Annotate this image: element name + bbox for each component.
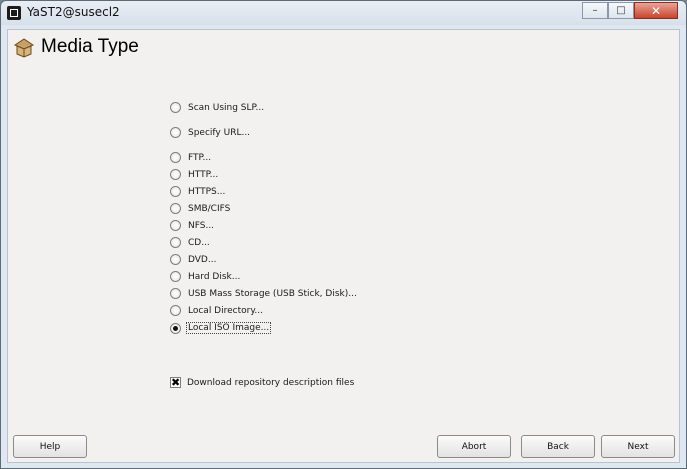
option-label: USB Mass Storage (USB Stick, Disk)...: [188, 288, 357, 299]
option-label: FTP...: [188, 152, 212, 163]
download-description-checkbox-row[interactable]: ✖ Download repository description files: [170, 377, 354, 388]
radio-button[interactable]: [170, 127, 181, 138]
radio-button[interactable]: [170, 237, 181, 248]
title-bar[interactable]: YaST2@susecl2 – □ ✕: [1, 1, 686, 25]
option-local-directory[interactable]: Local Directory...: [170, 305, 263, 316]
option-smb-cifs[interactable]: SMB/CIFS: [170, 203, 230, 214]
option-label: HTTP...: [188, 169, 219, 180]
window-title: YaST2@susecl2: [27, 5, 120, 19]
option-http[interactable]: HTTP...: [170, 169, 218, 180]
download-description-label: Download repository description files: [187, 377, 355, 388]
back-button[interactable]: Back: [521, 435, 595, 458]
dialog-content: Media Type Scan Using SLP... Specify URL…: [7, 29, 680, 463]
radio-button[interactable]: [170, 203, 181, 214]
radio-button[interactable]: [170, 305, 181, 316]
package-icon: [13, 38, 35, 58]
radio-button[interactable]: [170, 152, 181, 163]
option-https[interactable]: HTTPS...: [170, 186, 225, 197]
radio-button[interactable]: [170, 271, 181, 282]
option-label: NFS...: [188, 220, 215, 231]
option-dvd[interactable]: DVD...: [170, 254, 216, 265]
yast-window: YaST2@susecl2 – □ ✕ Media Type Scan Usin…: [0, 0, 687, 469]
maximize-button[interactable]: □: [608, 2, 634, 19]
option-label: Local Directory...: [188, 305, 263, 316]
close-button[interactable]: ✕: [634, 2, 678, 19]
option-label: HTTPS...: [188, 186, 226, 197]
radio-button[interactable]: [170, 102, 181, 113]
radio-button[interactable]: [170, 288, 181, 299]
option-label: DVD...: [188, 254, 217, 265]
next-button[interactable]: Next: [601, 435, 675, 458]
radio-button[interactable]: [170, 220, 181, 231]
radio-button-selected[interactable]: [170, 322, 181, 334]
abort-button[interactable]: Abort: [437, 435, 511, 458]
option-local-iso-image[interactable]: Local ISO Image...: [170, 322, 272, 334]
download-description-checkbox[interactable]: ✖: [170, 377, 181, 388]
radio-button[interactable]: [170, 186, 181, 197]
option-hard-disk[interactable]: Hard Disk...: [170, 271, 240, 282]
option-label: Local ISO Image...: [186, 322, 272, 334]
page-title: Media Type: [41, 36, 139, 57]
option-ftp[interactable]: FTP...: [170, 152, 211, 163]
option-label: Specify URL...: [188, 127, 251, 138]
option-cd[interactable]: CD...: [170, 237, 210, 248]
option-specify-url[interactable]: Specify URL...: [170, 127, 250, 138]
option-label: SMB/CIFS: [188, 203, 231, 214]
option-nfs[interactable]: NFS...: [170, 220, 214, 231]
option-usb-mass-storage[interactable]: USB Mass Storage (USB Stick, Disk)...: [170, 288, 357, 299]
option-scan-slp[interactable]: Scan Using SLP...: [170, 102, 264, 113]
radio-button[interactable]: [170, 169, 181, 180]
help-button[interactable]: Help: [13, 435, 87, 458]
minimize-button[interactable]: –: [582, 2, 608, 19]
option-label: Hard Disk...: [188, 271, 241, 282]
option-label: Scan Using SLP...: [188, 102, 265, 113]
yast-app-icon: [7, 6, 21, 20]
radio-button[interactable]: [170, 254, 181, 265]
option-label: CD...: [188, 237, 210, 248]
